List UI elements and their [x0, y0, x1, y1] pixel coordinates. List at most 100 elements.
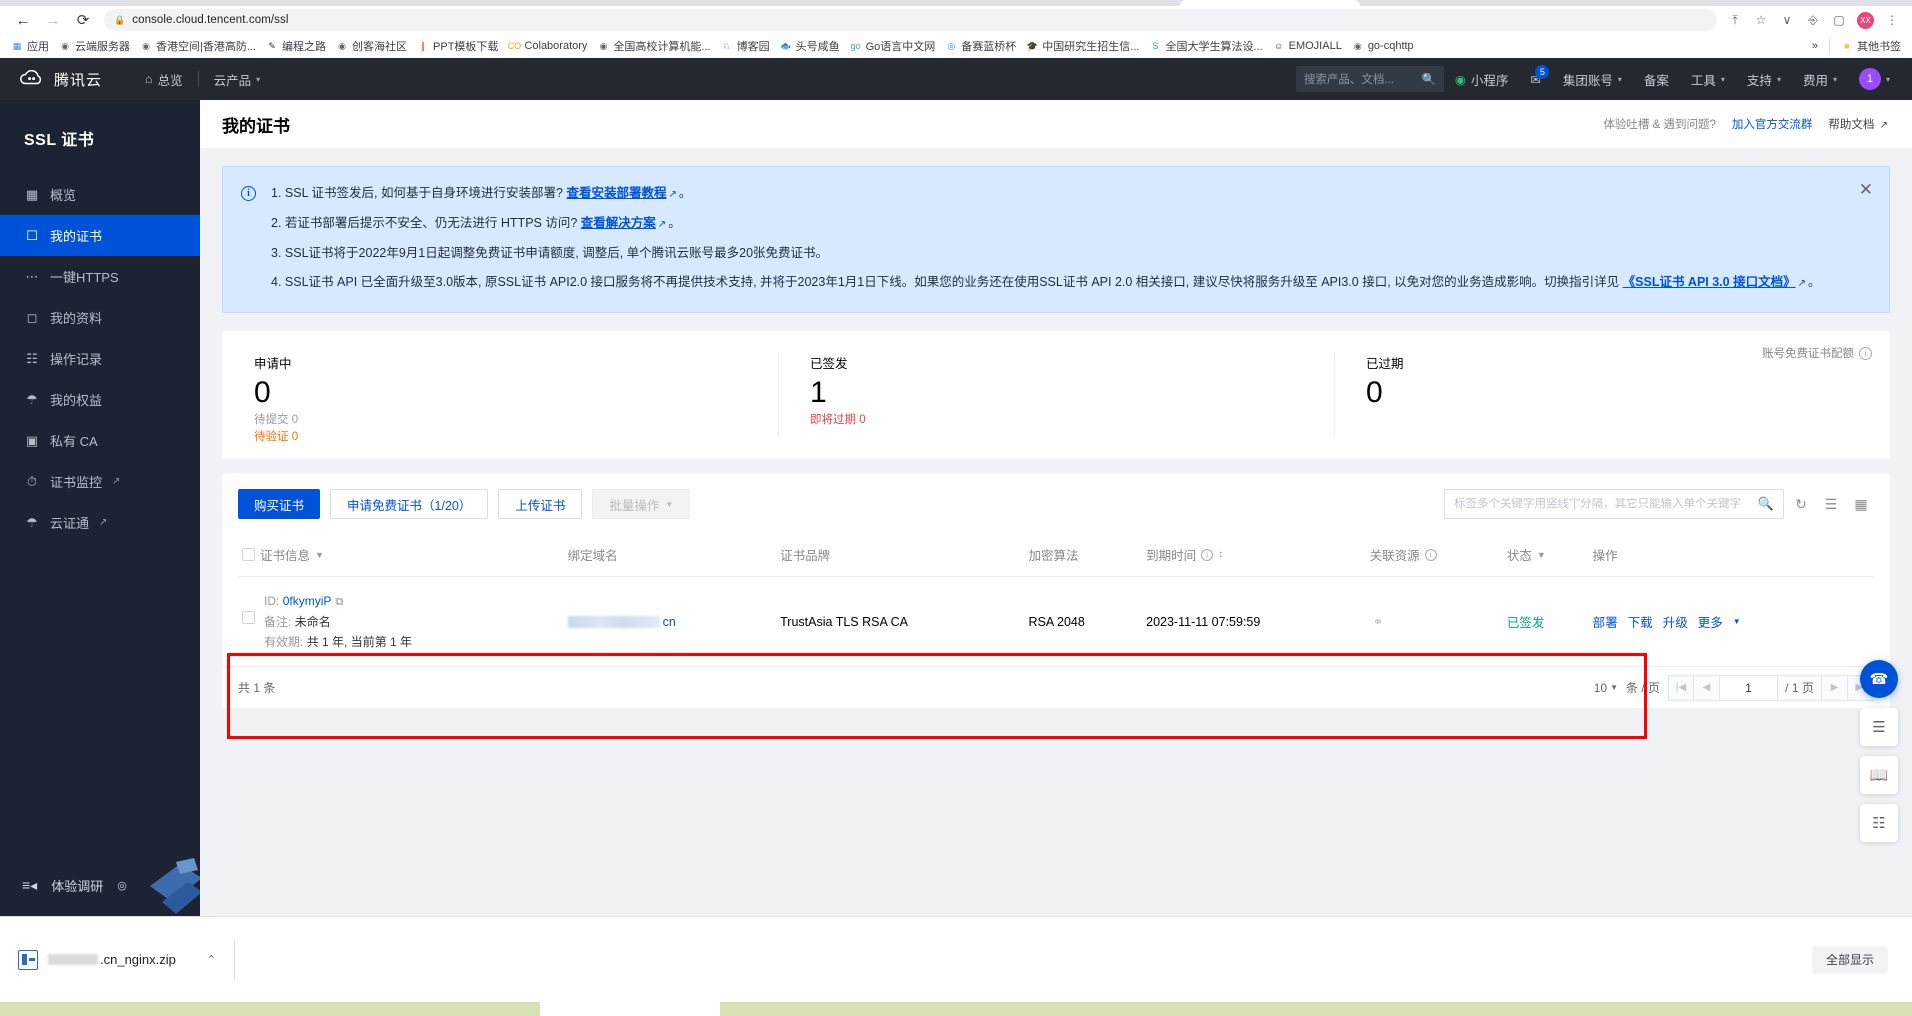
bookmark-item[interactable]: ☺ EMOJIALL — [1268, 38, 1347, 54]
bookmark-item[interactable]: S 全国大学生算法设... — [1144, 36, 1267, 56]
sidebar-footer-survey[interactable]: ≡◂ 体验调研 ◎ — [0, 854, 200, 916]
refresh-icon[interactable]: ↻ — [1788, 489, 1814, 519]
download-menu-icon[interactable]: ⌃ — [207, 953, 216, 966]
sidebar-item-7[interactable]: ⏱ 证书监控 ↗ — [0, 461, 200, 502]
docs-button[interactable]: ☰ — [1860, 708, 1898, 746]
row-action-0[interactable]: 部署 — [1593, 612, 1618, 631]
sidebar-item-1[interactable]: ☐ 我的证书 — [0, 215, 200, 256]
table-search-box[interactable]: 🔍 — [1444, 489, 1784, 519]
search-icon[interactable]: 🔍 — [1758, 496, 1774, 512]
certificate-id[interactable]: 0fkymyiP — [283, 594, 332, 608]
play-circle-icon[interactable]: ◎ — [117, 879, 127, 892]
bookmarks-overflow-button[interactable]: » — [1807, 38, 1823, 54]
bookmark-item[interactable]: ◉ go-cqhttp — [1347, 38, 1419, 54]
next-page-button[interactable]: ▶ — [1822, 674, 1848, 701]
sort-icon[interactable]: ↕ — [1218, 549, 1223, 560]
row-action-3[interactable]: 更多 — [1698, 612, 1723, 631]
close-icon[interactable]: ✕ — [1859, 181, 1873, 198]
bookmark-item[interactable]: ◉ 香港空间|香港高防... — [135, 36, 261, 56]
support-button[interactable]: ☎ — [1860, 660, 1898, 698]
notice-link[interactable]: 查看解决方案 — [581, 216, 656, 230]
user-account-menu[interactable]: 1 ▾ — [1848, 68, 1912, 90]
address-bar[interactable]: 🔒 console.cloud.tencent.com/ssl — [104, 9, 1717, 31]
page-number-input[interactable]: 1 — [1720, 674, 1778, 701]
notice-link[interactable]: 《SSL证书 API 3.0 接口文档》 — [1623, 275, 1796, 289]
grid-view-icon[interactable]: ▦ — [1848, 489, 1874, 519]
batch-operation-button[interactable]: 批量操作 ▼ — [592, 489, 691, 519]
buy-certificate-button[interactable]: 购买证书 — [238, 489, 321, 519]
share-icon[interactable]: ⤒ — [1723, 9, 1747, 31]
star-icon[interactable]: ☆ — [1749, 9, 1773, 31]
nav-item-products[interactable]: 云产品 ▾ — [204, 70, 271, 89]
info-icon[interactable]: i — [1424, 548, 1437, 561]
bookmark-item[interactable]: ♘ 博客园 — [716, 36, 775, 56]
download-item[interactable]: .cn_nginx.zip ⌃ — [0, 949, 234, 970]
guide-button[interactable]: 📖 — [1860, 756, 1898, 794]
sidebar-item-4[interactable]: ☷ 操作记录 — [0, 338, 200, 379]
info-icon[interactable]: i — [1859, 346, 1872, 360]
sidebar-item-6[interactable]: ▣ 私有 CA — [0, 420, 200, 461]
bookmark-item[interactable]: ◉ 全国高校计算机能... — [592, 36, 715, 56]
collapse-icon[interactable]: ≡◂ — [22, 877, 37, 894]
nav-tools[interactable]: 工具 ▾ — [1680, 70, 1736, 89]
bookmark-item[interactable]: ✎ 编程之路 — [261, 36, 331, 56]
apply-free-certificate-button[interactable]: 申请免费证书（1/20） — [330, 489, 489, 519]
domain-suffix[interactable]: cn — [663, 615, 676, 629]
bookmark-item[interactable]: go Go语言中文网 — [845, 36, 941, 56]
browser-menu-icon[interactable]: ⋮ — [1880, 9, 1904, 31]
sidebar-item-0[interactable]: ▦ 概览 — [0, 174, 200, 215]
search-icon[interactable]: 🔍 — [1422, 72, 1436, 86]
nav-item-overview[interactable]: ⌂ 总览 — [135, 70, 193, 89]
bookmark-item[interactable]: ▦ 应用 — [6, 36, 54, 56]
copy-icon[interactable]: ⧉ — [335, 596, 343, 608]
show-all-downloads-button[interactable]: 全部显示 — [1811, 945, 1888, 974]
bookmark-item[interactable]: ◎ 备赛蓝桥杯 — [940, 36, 1021, 56]
row-action-1[interactable]: 下载 — [1628, 612, 1653, 631]
first-page-button[interactable]: |◀ — [1668, 674, 1694, 701]
nav-beian[interactable]: 备案 — [1633, 70, 1680, 89]
sidebar-item-3[interactable]: ◻ 我的资料 — [0, 297, 200, 338]
forward-icon[interactable]: → — [38, 8, 68, 32]
vpn-icon[interactable]: ∨ — [1775, 9, 1799, 31]
select-all-checkbox[interactable] — [242, 548, 255, 561]
sidebar-item-5[interactable]: ☂ 我的权益 — [0, 379, 200, 420]
list-view-icon[interactable]: ☰ — [1818, 489, 1844, 519]
tencent-cloud-logo[interactable]: 腾讯云 — [0, 69, 135, 90]
puzzle-extension-icon[interactable]: ⎆ — [1801, 9, 1825, 31]
bookmark-item[interactable]: ❙ PPT模板下载 — [412, 36, 503, 56]
bookmark-item[interactable]: ◉ 云端服务器 — [54, 36, 135, 56]
page-size-select[interactable]: 10 ▼ — [1594, 681, 1618, 695]
search-input[interactable] — [1454, 498, 1758, 510]
help-doc-link[interactable]: 帮助文档 ↗ — [1828, 116, 1890, 132]
notice-link[interactable]: 查看安装部署教程 — [566, 186, 666, 200]
nav-group-account[interactable]: 集团账号 ▾ — [1552, 70, 1633, 89]
upload-certificate-button[interactable]: 上传证书 — [498, 489, 583, 519]
table-row[interactable]: ID: 0fkymyiP ⧉ 备注: 未命名 有效期: 共 1 年, 当前第 1 年 c… — [238, 577, 1874, 667]
other-bookmarks-folder[interactable]: ■ 其他书签 — [1836, 36, 1906, 56]
feedback-button[interactable]: ☷ — [1860, 804, 1898, 842]
join-group-link[interactable]: 加入官方交流群 — [1732, 116, 1813, 132]
sidebar-item-8[interactable]: ☂ 云证通 ↗ — [0, 502, 200, 543]
bookmark-item[interactable]: ◉ 创客海社区 — [331, 36, 412, 56]
filter-icon[interactable]: ▼ — [315, 550, 324, 560]
nav-support[interactable]: 支持 ▾ — [1736, 70, 1792, 89]
nav-billing[interactable]: 费用 ▾ — [1792, 70, 1848, 89]
bookmark-item[interactable]: 🐟 头号咸鱼 — [775, 36, 845, 56]
nav-miniprogram[interactable]: ◉ 小程序 — [1444, 70, 1519, 89]
sidebar-item-2[interactable]: ⋯ 一键HTTPS — [0, 256, 200, 297]
console-search-box[interactable]: 搜索产品、文档... 🔍 — [1295, 66, 1444, 92]
bookmark-item[interactable]: 🎓 中国研究生招生信... — [1021, 36, 1144, 56]
bookmark-item[interactable]: CO Colaboratory — [503, 38, 592, 54]
row-action-2[interactable]: 升级 — [1663, 612, 1688, 631]
reload-icon[interactable]: ⟳ — [68, 8, 98, 32]
info-icon[interactable]: i — [1201, 548, 1214, 561]
filter-icon[interactable]: ▼ — [1537, 550, 1546, 560]
back-icon[interactable]: ← — [8, 8, 38, 32]
nav-messages[interactable]: ✉ 5 — [1519, 64, 1551, 87]
row-checkbox[interactable] — [242, 611, 255, 624]
chevron-down-icon[interactable]: ▼ — [1733, 617, 1741, 626]
window-icon[interactable]: ▢ — [1827, 9, 1851, 31]
prev-page-button[interactable]: ◀ — [1694, 674, 1720, 701]
shield-icon[interactable]: ⚭ — [1370, 613, 1387, 630]
profile-avatar[interactable]: XX — [1857, 11, 1874, 29]
